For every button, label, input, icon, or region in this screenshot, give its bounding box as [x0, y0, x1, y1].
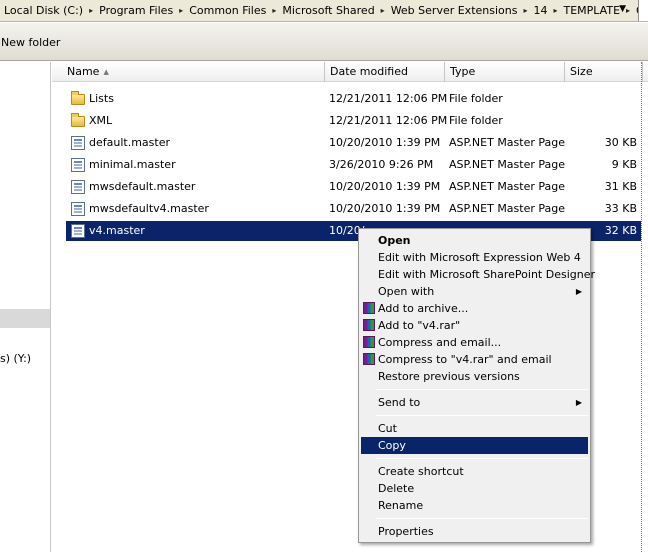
- file-name: Lists: [89, 92, 114, 105]
- menu-item-compress-and-email[interactable]: Compress and email...: [361, 334, 588, 351]
- submenu-arrow-icon: ▶: [575, 398, 582, 407]
- command-toolbar: New folder: [0, 23, 648, 61]
- column-header-name[interactable]: Name ▲: [62, 62, 325, 82]
- file-type: File folder: [449, 114, 503, 127]
- menu-item-create-shortcut[interactable]: Create shortcut: [361, 463, 588, 480]
- breadcrumb-separator-icon[interactable]: ▸: [175, 6, 187, 15]
- breadcrumb-program-files[interactable]: Program Files: [97, 4, 175, 17]
- menu-item-compress-rar-and-email[interactable]: Compress to "v4.rar" and email: [361, 351, 588, 368]
- menu-item-add-to-archive[interactable]: Add to archive...: [361, 300, 588, 317]
- folder-icon: [70, 113, 86, 129]
- nav-item-drive[interactable]: s) (Y:): [0, 352, 31, 365]
- menu-item-compress-rar-and-email-label: Compress to "v4.rar" and email: [378, 353, 552, 366]
- file-type: ASP.NET Master Page: [449, 158, 566, 171]
- menu-item-cut[interactable]: Cut: [361, 420, 588, 437]
- file-date: 10/20/2010 1:39 PM: [329, 202, 441, 215]
- menu-item-edit-sharepoint-designer[interactable]: Edit with Microsoft SharePoint Designer: [361, 266, 595, 283]
- file-name: XML: [89, 114, 113, 127]
- sort-ascending-icon: ▲: [103, 68, 109, 76]
- breadcrumb-separator-icon[interactable]: ▸: [549, 6, 561, 15]
- context-menu: Open Edit with Microsoft Expression Web …: [358, 228, 595, 543]
- winrar-icon: [363, 353, 375, 365]
- file-name: mwsdefault.master: [89, 180, 196, 193]
- menu-item-compress-and-email-label: Compress and email...: [378, 336, 502, 349]
- file-type: ASP.NET Master Page: [449, 202, 566, 215]
- menu-item-rename[interactable]: Rename: [361, 497, 588, 514]
- file-row-mwsdefaultv4-master[interactable]: mwsdefaultv4.master 10/20/2010 1:39 PM A…: [66, 199, 641, 219]
- menu-item-send-to-label: Send to: [378, 396, 421, 409]
- menu-item-send-to[interactable]: Send to ▶: [361, 394, 588, 411]
- breadcrumb-14[interactable]: 14: [531, 4, 549, 17]
- menu-item-delete[interactable]: Delete: [361, 480, 588, 497]
- nav-selected-item[interactable]: [0, 309, 50, 328]
- menu-separator: [376, 415, 588, 416]
- menu-item-open-with[interactable]: Open with ▶: [361, 283, 588, 300]
- column-headers: Name ▲ Date modified Type Size: [52, 62, 648, 82]
- menu-item-restore-previous-versions[interactable]: Restore previous versions: [361, 368, 588, 385]
- breadcrumb-template[interactable]: TEMPLATE: [562, 4, 623, 17]
- file-row-mwsdefault-master[interactable]: mwsdefault.master 10/20/2010 1:39 PM ASP…: [66, 177, 641, 197]
- folder-icon: [70, 91, 86, 107]
- new-folder-button[interactable]: New folder: [1, 36, 60, 49]
- master-page-icon: [70, 223, 86, 239]
- menu-separator: [376, 518, 588, 519]
- file-type: File folder: [449, 92, 503, 105]
- column-header-name-label: Name: [67, 65, 100, 78]
- file-size: 31 KB: [604, 180, 637, 193]
- file-name: default.master: [89, 136, 170, 149]
- menu-item-properties[interactable]: Properties: [361, 523, 588, 540]
- file-row-minimal-master[interactable]: minimal.master 3/26/2010 9:26 PM ASP.NET…: [66, 155, 641, 175]
- file-row-default-master[interactable]: default.master 10/20/2010 1:39 PM ASP.NE…: [66, 133, 641, 153]
- file-date: 12/21/2011 12:06 PM: [329, 114, 448, 127]
- column-header-date[interactable]: Date modified: [325, 62, 445, 82]
- breadcrumb-separator-icon[interactable]: ▸: [85, 6, 97, 15]
- file-size: 32 KB: [604, 224, 637, 237]
- file-name: minimal.master: [89, 158, 176, 171]
- menu-separator: [376, 458, 588, 459]
- master-page-icon: [70, 157, 86, 173]
- address-bar[interactable]: Local Disk (C:) ▸ Program Files ▸ Common…: [0, 0, 648, 22]
- navigation-pane[interactable]: s) (Y:): [0, 62, 51, 552]
- menu-item-open[interactable]: Open: [361, 232, 588, 249]
- menu-item-copy[interactable]: Copy: [361, 437, 588, 454]
- file-size: 33 KB: [604, 202, 637, 215]
- submenu-arrow-icon: ▶: [575, 287, 582, 296]
- pane-edge: [641, 62, 648, 552]
- file-name: mwsdefaultv4.master: [89, 202, 209, 215]
- file-date: 12/21/2011 12:06 PM: [329, 92, 448, 105]
- breadcrumb-local-disk[interactable]: Local Disk (C:): [2, 4, 85, 17]
- file-date: 10/20/2010 1:39 PM: [329, 180, 441, 193]
- address-dropdown-icon[interactable]: ▼: [619, 4, 626, 14]
- column-header-size[interactable]: Size: [565, 62, 643, 82]
- file-size: 9 KB: [611, 158, 637, 171]
- master-page-icon: [70, 201, 86, 217]
- file-size: 30 KB: [604, 136, 637, 149]
- file-row-lists[interactable]: Lists 12/21/2011 12:06 PM File folder: [66, 89, 641, 109]
- breadcrumb-microsoft-shared[interactable]: Microsoft Shared: [280, 4, 376, 17]
- file-date: 10/20/2010 1:39 PM: [329, 136, 441, 149]
- winrar-icon: [363, 336, 375, 348]
- master-page-icon: [70, 135, 86, 151]
- breadcrumb-separator-icon[interactable]: ▸: [268, 6, 280, 15]
- menu-item-add-to-archive-label: Add to archive...: [378, 302, 469, 315]
- address-bar-edge: [638, 0, 648, 21]
- winrar-icon: [363, 302, 375, 314]
- breadcrumb-web-server-extensions[interactable]: Web Server Extensions: [389, 4, 520, 17]
- breadcrumb-separator-icon[interactable]: ▸: [377, 6, 389, 15]
- menu-item-edit-expression-web[interactable]: Edit with Microsoft Expression Web 4: [361, 249, 588, 266]
- breadcrumb-separator-icon[interactable]: ▸: [519, 6, 531, 15]
- file-row-xml[interactable]: XML 12/21/2011 12:06 PM File folder: [66, 111, 641, 131]
- menu-separator: [376, 389, 588, 390]
- file-type: ASP.NET Master Page: [449, 180, 566, 193]
- menu-item-add-to-rar[interactable]: Add to "v4.rar": [361, 317, 588, 334]
- menu-item-open-with-label: Open with: [378, 285, 435, 298]
- file-date: 3/26/2010 9:26 PM: [329, 158, 434, 171]
- menu-item-add-to-rar-label: Add to "v4.rar": [378, 319, 461, 332]
- winrar-icon: [363, 319, 375, 331]
- master-page-icon: [70, 179, 86, 195]
- file-type: ASP.NET Master Page: [449, 136, 566, 149]
- column-header-type[interactable]: Type: [445, 62, 565, 82]
- breadcrumb-common-files[interactable]: Common Files: [187, 4, 268, 17]
- file-name: v4.master: [89, 224, 145, 237]
